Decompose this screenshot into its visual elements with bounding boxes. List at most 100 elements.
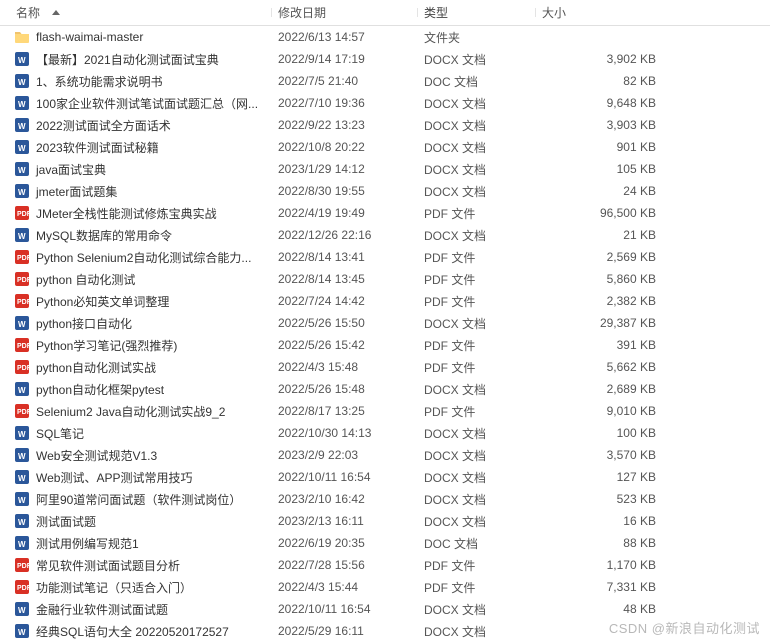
file-name-label: 测试用例编写规范1	[36, 535, 139, 552]
file-size-cell: 2,569 KB	[536, 250, 696, 264]
file-row[interactable]: W【最新】2021自动化测试面试宝典2022/9/14 17:19DOCX 文档…	[0, 48, 770, 70]
file-name-label: 100家企业软件测试笔试面试题汇总（网...	[36, 95, 258, 112]
column-header-name[interactable]: 名称	[0, 4, 272, 21]
file-date-cell: 2022/12/26 22:16	[272, 228, 418, 242]
file-row[interactable]: PDFpython自动化测试实战2022/4/3 15:48PDF 文件5,66…	[0, 356, 770, 378]
file-date-cell: 2022/9/14 17:19	[272, 52, 418, 66]
file-row[interactable]: WMySQL数据库的常用命令2022/12/26 22:16DOCX 文档21 …	[0, 224, 770, 246]
svg-text:PDF: PDF	[17, 211, 30, 218]
file-type-cell: DOCX 文档	[418, 117, 536, 134]
svg-text:W: W	[18, 122, 26, 131]
file-date-cell: 2023/1/29 14:12	[272, 162, 418, 176]
docx-icon: W	[14, 447, 30, 463]
file-type-cell: PDF 文件	[418, 359, 536, 376]
pdf-icon: PDF	[14, 403, 30, 419]
sort-ascending-icon	[52, 10, 60, 15]
file-name-cell: PDF常见软件测试面试题目分析	[0, 557, 272, 574]
file-date-cell: 2022/8/30 19:55	[272, 184, 418, 198]
pdf-icon: PDF	[14, 579, 30, 595]
column-header-name-label: 名称	[16, 4, 40, 21]
svg-text:W: W	[18, 188, 26, 197]
file-name-cell: Wjava面试宝典	[0, 161, 272, 178]
file-name-cell: W2023软件测试面试秘籍	[0, 139, 272, 156]
file-type-cell: DOCX 文档	[418, 623, 536, 640]
file-name-cell: WWeb测试、APP测试常用技巧	[0, 469, 272, 486]
file-row[interactable]: Wjmeter面试题集2022/8/30 19:55DOCX 文档24 KB	[0, 180, 770, 202]
file-name-label: Python Selenium2自动化测试综合能力...	[36, 249, 251, 266]
column-header-date[interactable]: 修改日期	[272, 4, 418, 21]
file-row[interactable]: WSQL笔记2022/10/30 14:13DOCX 文档100 KB	[0, 422, 770, 444]
file-row[interactable]: W经典SQL语句大全 202205201725272022/5/29 16:11…	[0, 620, 770, 642]
svg-text:W: W	[18, 496, 26, 505]
file-row[interactable]: PDF功能测试笔记（只适合入门）2022/4/3 15:44PDF 文件7,33…	[0, 576, 770, 598]
file-name-label: 金融行业软件测试面试题	[36, 601, 168, 618]
file-row[interactable]: W金融行业软件测试面试题2022/10/11 16:54DOCX 文档48 KB	[0, 598, 770, 620]
file-row[interactable]: PDF Python Selenium2自动化测试综合能力... 2022/8/14…	[0, 246, 770, 268]
file-row[interactable]: W100家企业软件测试笔试面试题汇总（网...2022/7/10 19:36DO…	[0, 92, 770, 114]
file-row[interactable]: PDFJMeter全栈性能测试修炼宝典实战2022/4/19 19:49PDF …	[0, 202, 770, 224]
file-name-label: Python学习笔记(强烈推荐)	[36, 337, 177, 354]
file-row[interactable]: flash-waimai-master 2022/6/13 14:57文件夹	[0, 26, 770, 48]
file-size-cell: 24 KB	[536, 184, 696, 198]
file-type-cell: DOCX 文档	[418, 183, 536, 200]
file-name-label: MySQL数据库的常用命令	[36, 227, 172, 244]
file-size-cell: 523 KB	[536, 492, 696, 506]
file-size-cell: 2,382 KB	[536, 294, 696, 308]
file-row[interactable]: W2022测试面试全方面话术2022/9/22 13:23DOCX 文档3,90…	[0, 114, 770, 136]
file-row[interactable]: PDFpython 自动化测试2022/8/14 13:45PDF 文件5,86…	[0, 268, 770, 290]
file-name-label: 测试面试题	[36, 513, 96, 530]
column-header-type[interactable]: 类型	[418, 4, 536, 21]
file-size-cell: 21 KB	[536, 228, 696, 242]
file-date-cell: 2022/6/13 14:57	[272, 30, 418, 44]
file-name-cell: W 阿里90道常问面试题（软件测试岗位）	[0, 491, 272, 508]
docx-icon: W	[14, 139, 30, 155]
file-date-cell: 2022/8/14 13:41	[272, 250, 418, 264]
file-row[interactable]: Wjava面试宝典2023/1/29 14:12DOCX 文档105 KB	[0, 158, 770, 180]
file-row[interactable]: WWeb测试、APP测试常用技巧2022/10/11 16:54DOCX 文档1…	[0, 466, 770, 488]
file-name-cell: WWeb安全测试规范V1.3	[0, 447, 272, 464]
file-row[interactable]: Wpython自动化框架pytest2022/5/26 15:48DOCX 文档…	[0, 378, 770, 400]
file-size-cell: 96,500 KB	[536, 206, 696, 220]
file-name-label: 2022测试面试全方面话术	[36, 117, 171, 134]
file-row[interactable]: PDF常见软件测试面试题目分析2022/7/28 15:56PDF 文件1,17…	[0, 554, 770, 576]
file-date-cell: 2022/6/19 20:35	[272, 536, 418, 550]
svg-text:W: W	[18, 166, 26, 175]
file-row[interactable]: W1、系统功能需求说明书2022/7/5 21:40DOC 文档82 KB	[0, 70, 770, 92]
file-type-cell: DOCX 文档	[418, 491, 536, 508]
file-name-cell: WSQL笔记	[0, 425, 272, 442]
file-row[interactable]: PDFSelenium2 Java自动化测试实战9_22022/8/17 13:…	[0, 400, 770, 422]
file-date-cell: 2022/7/10 19:36	[272, 96, 418, 110]
file-name-cell: PDFJMeter全栈性能测试修炼宝典实战	[0, 205, 272, 222]
file-name-cell: W MySQL数据库的常用命令	[0, 227, 272, 244]
pdf-icon: PDF	[14, 557, 30, 573]
file-name-cell: W100家企业软件测试笔试面试题汇总（网...	[0, 95, 272, 112]
file-name-label: flash-waimai-master	[36, 30, 143, 44]
file-name-label: Web测试、APP测试常用技巧	[36, 469, 192, 486]
column-header-size[interactable]: 大小	[536, 4, 696, 21]
file-name-cell: PDFpython自动化测试实战	[0, 359, 272, 376]
file-size-cell: 105 KB	[536, 162, 696, 176]
file-row[interactable]: PDFPython必知英文单词整理2022/7/24 14:42PDF 文件2,…	[0, 290, 770, 312]
file-row[interactable]: WWeb安全测试规范V1.32023/2/9 22:03DOCX 文档3,570…	[0, 444, 770, 466]
file-row[interactable]: W阿里90道常问面试题（软件测试岗位）2023/2/10 16:42DOCX 文…	[0, 488, 770, 510]
file-row[interactable]: W2023软件测试面试秘籍2022/10/8 20:22DOCX 文档901 K…	[0, 136, 770, 158]
file-date-cell: 2023/2/9 22:03	[272, 448, 418, 462]
file-type-cell: 文件夹	[418, 29, 536, 46]
file-date-cell: 2022/8/14 13:45	[272, 272, 418, 286]
file-row[interactable]: W测试面试题2023/2/13 16:11DOCX 文档16 KB	[0, 510, 770, 532]
file-date-cell: 2023/2/13 16:11	[272, 514, 418, 528]
file-name-label: python自动化测试实战	[36, 359, 156, 376]
file-date-cell: 2022/7/5 21:40	[272, 74, 418, 88]
file-row[interactable]: W测试用例编写规范12022/6/19 20:35DOC 文档88 KB	[0, 532, 770, 554]
file-name-label: 【最新】2021自动化测试面试宝典	[36, 51, 219, 68]
svg-text:PDF: PDF	[17, 255, 30, 262]
column-header-size-label: 大小	[542, 6, 566, 20]
file-row[interactable]: Wpython接口自动化2022/5/26 15:50DOCX 文档29,387…	[0, 312, 770, 334]
file-date-cell: 2022/9/22 13:23	[272, 118, 418, 132]
svg-text:W: W	[18, 232, 26, 241]
file-name-label: 阿里90道常问面试题（软件测试岗位）	[36, 491, 241, 508]
svg-text:PDF: PDF	[17, 299, 30, 306]
file-size-cell: 5,860 KB	[536, 272, 696, 286]
file-row[interactable]: PDFPython学习笔记(强烈推荐)2022/5/26 15:42PDF 文件…	[0, 334, 770, 356]
file-size-cell: 88 KB	[536, 536, 696, 550]
